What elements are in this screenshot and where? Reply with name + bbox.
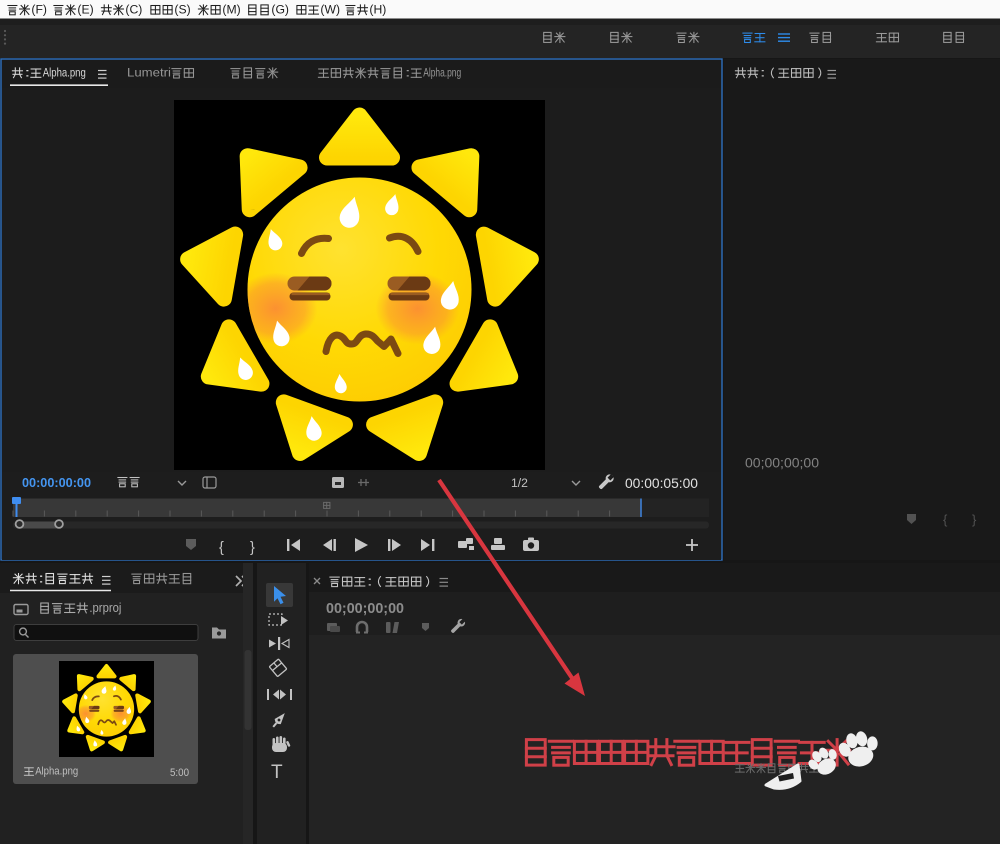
svg-text:(G): (G) (271, 3, 289, 17)
svg-text:Alpha.png: Alpha.png (35, 766, 78, 778)
svg-text:(C): (C) (125, 3, 142, 17)
svg-text:(W): (W) (320, 3, 340, 17)
svg-text:(S): (S) (174, 3, 190, 17)
svg-text:00:00:05:00: 00:00:05:00 (625, 476, 698, 491)
svg-text:T: T (271, 762, 283, 783)
svg-text::: : (760, 66, 766, 80)
svg-text:Alpha.png: Alpha.png (43, 66, 86, 80)
svg-text:{: { (219, 540, 224, 556)
svg-text:.prproj: .prproj (89, 601, 121, 615)
svg-text:00;00;00;00: 00;00;00;00 (745, 455, 819, 471)
svg-text:00;00;00;00: 00;00;00;00 (326, 601, 404, 617)
svg-text:5:00: 5:00 (170, 767, 189, 779)
svg-text:Lumetri: Lumetri (127, 66, 171, 80)
svg-text:00:00:00:00: 00:00:00:00 (22, 475, 91, 490)
svg-text:{: { (943, 512, 948, 527)
svg-text:(H): (H) (369, 3, 386, 17)
svg-text:}: } (972, 512, 977, 527)
svg-text::: : (38, 571, 44, 585)
svg-text::: : (24, 66, 30, 80)
svg-text:1/2: 1/2 (511, 476, 528, 490)
svg-text:}: } (250, 540, 255, 556)
svg-text::: : (367, 574, 373, 588)
svg-text:(F): (F) (31, 3, 47, 17)
svg-text:(E): (E) (77, 3, 93, 17)
svg-text:(M): (M) (222, 3, 240, 17)
svg-text::: : (405, 66, 411, 80)
svg-text:Alpha.png: Alpha.png (423, 66, 461, 80)
